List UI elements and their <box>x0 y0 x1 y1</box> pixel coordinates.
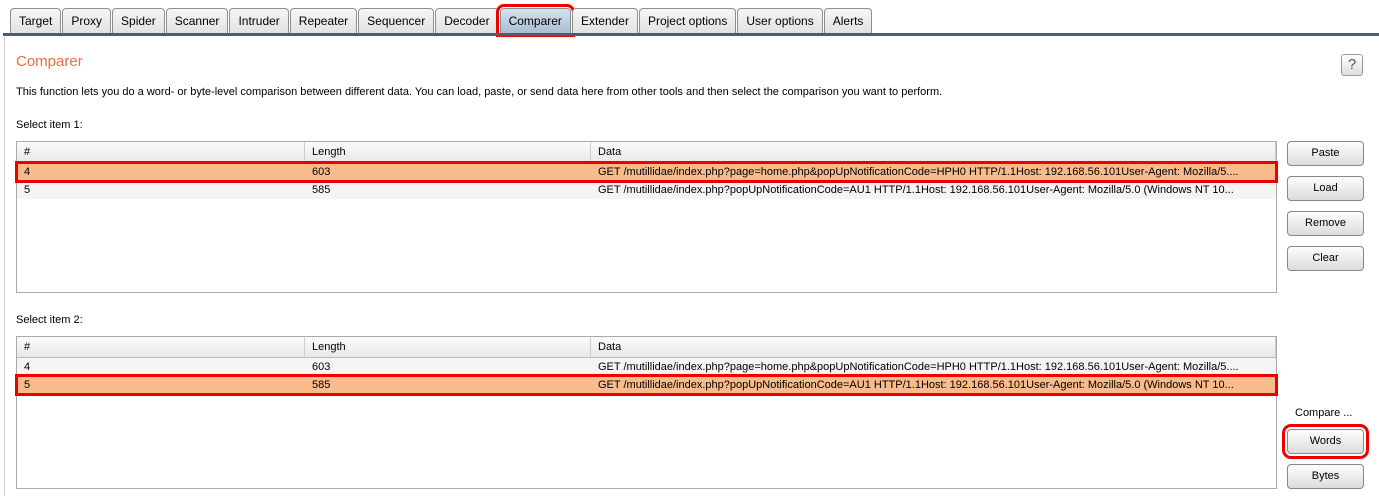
tab-decoder[interactable]: Decoder <box>435 8 499 33</box>
tab-extender[interactable]: Extender <box>571 8 638 33</box>
column-header[interactable]: # <box>17 337 305 357</box>
row-length: 603 <box>312 361 331 373</box>
description: This function lets you do a word- or byt… <box>16 86 943 98</box>
table-row[interactable]: 5 585 GET /mutillidae/index.php?popUpNotif… <box>17 181 1276 199</box>
row-length: 585 <box>312 184 331 196</box>
row-number: 5 <box>24 379 31 391</box>
clear-button[interactable]: Clear <box>1287 246 1364 271</box>
tab-intruder[interactable]: Intruder <box>229 8 289 33</box>
tab-spider[interactable]: Spider <box>112 8 165 33</box>
help-button[interactable]: ? <box>1341 54 1363 76</box>
tab-divider <box>3 33 1379 36</box>
column-header[interactable]: Length <box>305 142 591 162</box>
column-header[interactable]: Length <box>305 337 591 357</box>
load-button[interactable]: Load <box>1287 176 1364 201</box>
tab-bar: Target Proxy Spider Scanner Intruder Repeater… <box>10 4 873 37</box>
compare-label: Compare ... <box>1295 407 1353 419</box>
tab-proxy[interactable]: Proxy <box>62 8 112 33</box>
item1-table: # Length Data 4 603 GET /mutillidae/index.php… <box>15 141 1278 293</box>
page-title: Comparer <box>16 53 83 70</box>
row-length: 585 <box>312 379 331 391</box>
tab-user-options[interactable]: User options <box>737 8 823 33</box>
row-number: 5 <box>24 184 31 196</box>
tab-scanner[interactable]: Scanner <box>165 8 229 33</box>
tab-alerts[interactable]: Alerts <box>823 8 873 33</box>
table-row[interactable]: 4 603 GET /mutillidae/index.php?page=home.… <box>17 358 1276 376</box>
table-header: # Length Data <box>17 337 1276 358</box>
tab-comparer[interactable]: Comparer <box>495 4 575 37</box>
paste-button[interactable]: Paste <box>1287 141 1364 166</box>
column-header[interactable]: Data <box>591 142 1276 162</box>
table-header: # Length Data <box>17 142 1276 163</box>
row-number: 4 <box>24 361 31 373</box>
table-row[interactable]: 4 603 GET /mutillidae/index.php?page=home.… <box>15 161 1278 183</box>
column-header[interactable]: Data <box>591 337 1276 357</box>
tab-sequencer[interactable]: Sequencer <box>358 8 435 33</box>
tab-repeater[interactable]: Repeater <box>289 8 358 33</box>
words-button[interactable]: Words <box>1282 424 1369 459</box>
row-data: GET /mutillidae/index.php?page=home.php&… <box>598 166 1239 178</box>
row-data: GET /mutillidae/index.php?page=home.php&… <box>598 361 1239 373</box>
column-header[interactable]: # <box>17 142 305 162</box>
tab-target[interactable]: Target <box>10 8 62 33</box>
bytes-button[interactable]: Bytes <box>1287 464 1364 489</box>
remove-button[interactable]: Remove <box>1287 211 1364 236</box>
row-data: GET /mutillidae/index.php?popUpNotificat… <box>598 379 1234 391</box>
row-number: 4 <box>24 166 31 178</box>
table-row[interactable]: 5 585 GET /mutillidae/index.php?popUpNotif… <box>15 374 1278 396</box>
item1-label: Select item 1: <box>16 119 83 131</box>
item2-table: # Length Data 4 603 GET /mutillidae/index.php… <box>15 336 1278 489</box>
row-length: 603 <box>312 166 331 178</box>
item2-label: Select item 2: <box>16 314 83 326</box>
tab-project-options[interactable]: Project options <box>638 8 737 33</box>
row-data: GET /mutillidae/index.php?popUpNotificat… <box>598 184 1234 196</box>
